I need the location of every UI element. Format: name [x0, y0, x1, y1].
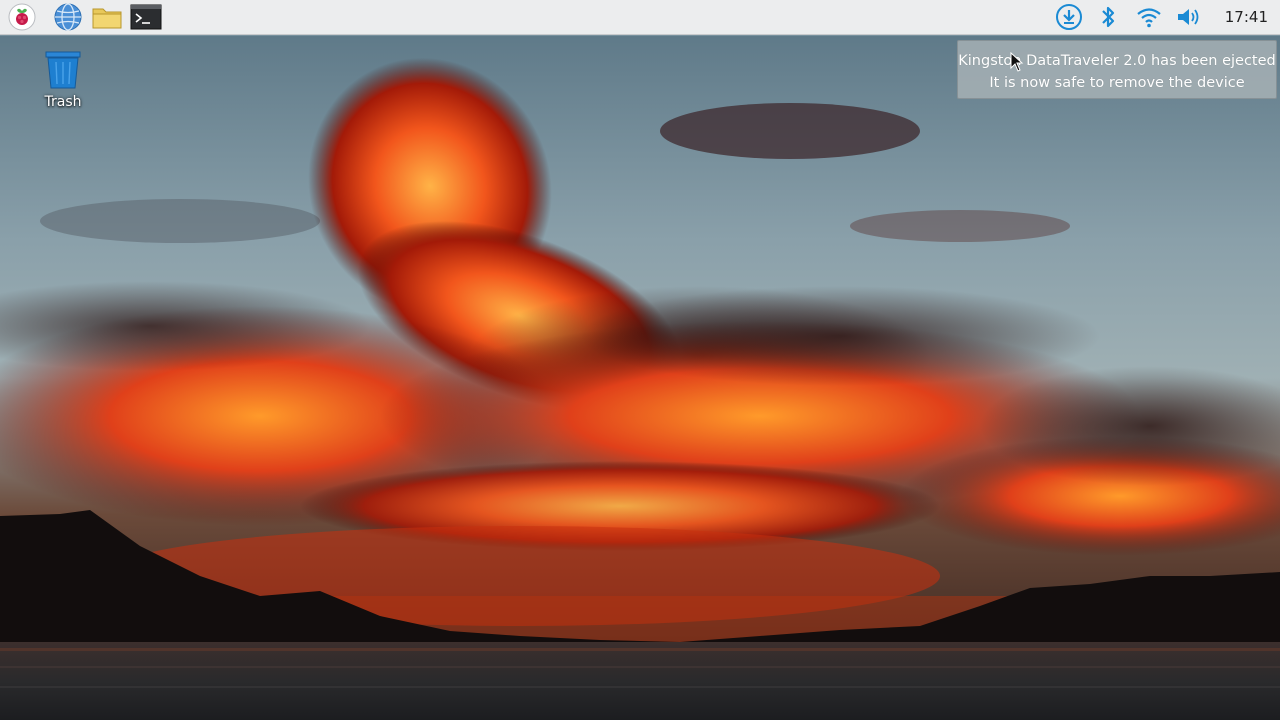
- wifi-tray-button[interactable]: [1134, 2, 1164, 32]
- web-browser-button[interactable]: [52, 2, 84, 32]
- desktop-wallpaper: [0, 36, 1280, 720]
- applications-menu-button[interactable]: [6, 2, 38, 32]
- clock[interactable]: 17:41: [1225, 0, 1268, 35]
- volume-icon: [1178, 9, 1199, 25]
- trash-label: Trash: [44, 94, 82, 110]
- bluetooth-tray-button[interactable]: [1095, 2, 1121, 32]
- taskbar: 17:41: [0, 0, 1280, 35]
- trash-desktop-icon[interactable]: Trash: [22, 48, 104, 122]
- mouse-pointer-icon: [1010, 52, 1024, 72]
- terminal-icon: [130, 4, 162, 30]
- sunset-wallpaper-image: [0, 36, 1280, 720]
- terminal-button[interactable]: [130, 2, 162, 32]
- notification-message: It is now safe to remove the device: [989, 75, 1245, 91]
- trash-icon: [45, 51, 81, 89]
- file-manager-button[interactable]: [91, 2, 123, 32]
- raspberry-menu-icon: [8, 3, 36, 31]
- wifi-icon: [1137, 8, 1161, 28]
- desktop: 17:41 Trash Kingston DataTraveler 2.0 ha…: [0, 0, 1280, 720]
- file-manager-icon: [92, 8, 122, 29]
- volume-tray-button[interactable]: [1173, 2, 1205, 32]
- device-ejected-notification[interactable]: Kingston DataTraveler 2.0 has been eject…: [957, 40, 1277, 99]
- download-updates-icon: [1056, 4, 1082, 30]
- web-browser-icon: [54, 3, 82, 31]
- updates-tray-button[interactable]: [1053, 2, 1085, 32]
- notification-title: Kingston DataTraveler 2.0 has been eject…: [958, 53, 1276, 69]
- bluetooth-icon: [1102, 6, 1115, 28]
